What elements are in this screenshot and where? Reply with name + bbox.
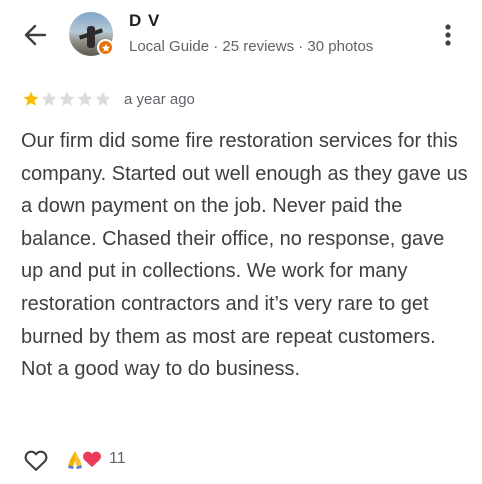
local-guide-badge <box>97 39 114 56</box>
review-footer: 11 <box>0 440 482 480</box>
rating-row: a year ago <box>22 89 195 109</box>
review-text: Our firm did some fire restoration servi… <box>21 130 468 381</box>
back-button[interactable] <box>20 20 50 50</box>
arrow-left-icon <box>24 24 47 46</box>
review-header: D V Local Guide · 25 reviews · 30 photos <box>0 0 482 68</box>
star-filled-icon <box>23 91 39 106</box>
more-options-button[interactable] <box>436 20 460 50</box>
like-button[interactable] <box>22 446 50 474</box>
star-empty-icon <box>41 91 57 106</box>
star-empty-icon <box>59 91 75 106</box>
more-vertical-icon <box>445 24 451 46</box>
reviewer-name[interactable]: D V <box>129 11 160 31</box>
review-time: a year ago <box>124 90 195 108</box>
reaction-count: 11 <box>109 450 126 467</box>
star-badge-icon <box>101 43 110 52</box>
reviewer-meta: Local Guide · 25 reviews · 30 photos <box>129 38 374 55</box>
heart-icon <box>83 451 101 468</box>
star-empty-icon <box>77 91 93 106</box>
reaction-icons <box>66 449 103 469</box>
star-rating <box>22 90 112 108</box>
reactions[interactable]: 11 <box>66 449 126 469</box>
star-empty-icon <box>95 91 111 106</box>
heart-outline-icon <box>24 450 48 471</box>
